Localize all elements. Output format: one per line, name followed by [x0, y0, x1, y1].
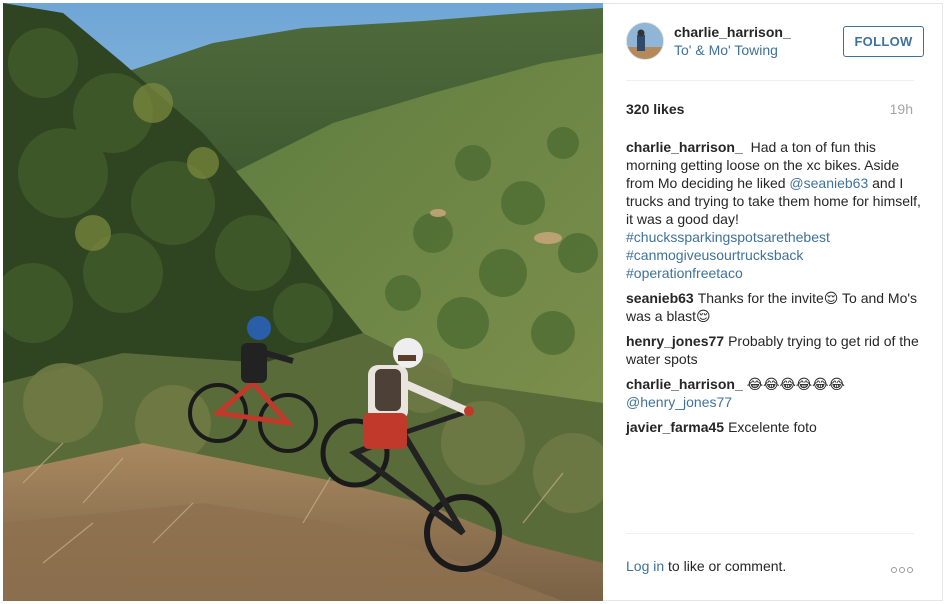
- comment-username[interactable]: seanieb63: [626, 290, 694, 306]
- comment-mention[interactable]: @henry_jones77: [626, 394, 732, 410]
- comment-username[interactable]: charlie_harrison_: [626, 376, 743, 392]
- divider: [626, 533, 914, 534]
- post-details: charlie_harrison_ To' & Mo' Towing FOLLO…: [604, 3, 943, 601]
- comments-list: charlie_harrison_ Had a ton of fun this …: [626, 138, 921, 443]
- caption-mention[interactable]: @seanieb63: [789, 175, 868, 191]
- divider: [626, 80, 914, 81]
- comment-username[interactable]: javier_farma45: [626, 419, 724, 435]
- login-prompt: Log in to like or comment.: [626, 558, 786, 574]
- hashtag[interactable]: #operationfreetaco: [626, 265, 743, 281]
- caption: charlie_harrison_ Had a ton of fun this …: [626, 138, 921, 282]
- comment-text: 😂😂😂😂😂😂: [746, 376, 845, 392]
- dot: [899, 567, 905, 573]
- comment: henry_jones77 Probably trying to get rid …: [626, 332, 921, 368]
- more-options-icon[interactable]: [891, 560, 915, 573]
- hashtag[interactable]: #canmogiveusourtrucksback: [626, 247, 803, 263]
- caption-username[interactable]: charlie_harrison_: [626, 139, 743, 155]
- comment: charlie_harrison_ 😂😂😂😂😂😂 @henry_jones77: [626, 375, 921, 411]
- comment-text: Excelente foto: [728, 419, 817, 435]
- comment: seanieb63 Thanks for the invite😌 To and M…: [626, 289, 921, 325]
- avatar-image: [627, 23, 663, 59]
- login-link[interactable]: Log in: [626, 558, 664, 574]
- comment-username[interactable]: henry_jones77: [626, 333, 724, 349]
- avatar[interactable]: [626, 22, 664, 60]
- comment: javier_farma45 Excelente foto: [626, 418, 921, 436]
- login-prompt-text: to like or comment.: [664, 558, 787, 574]
- follow-button[interactable]: FOLLOW: [843, 26, 924, 57]
- hashtag[interactable]: #chuckssparkingspotsarethebest: [626, 229, 830, 245]
- post-header: charlie_harrison_ To' & Mo' Towing FOLLO…: [626, 20, 924, 64]
- post-photo[interactable]: [3, 3, 603, 601]
- location-link[interactable]: To' & Mo' Towing: [674, 42, 778, 58]
- likes-count[interactable]: 320 likes: [626, 101, 684, 117]
- dot: [891, 567, 897, 573]
- photo-illustration: [3, 3, 603, 601]
- username-link[interactable]: charlie_harrison_: [674, 24, 791, 40]
- post-time[interactable]: 19h: [890, 101, 913, 117]
- dot: [907, 567, 913, 573]
